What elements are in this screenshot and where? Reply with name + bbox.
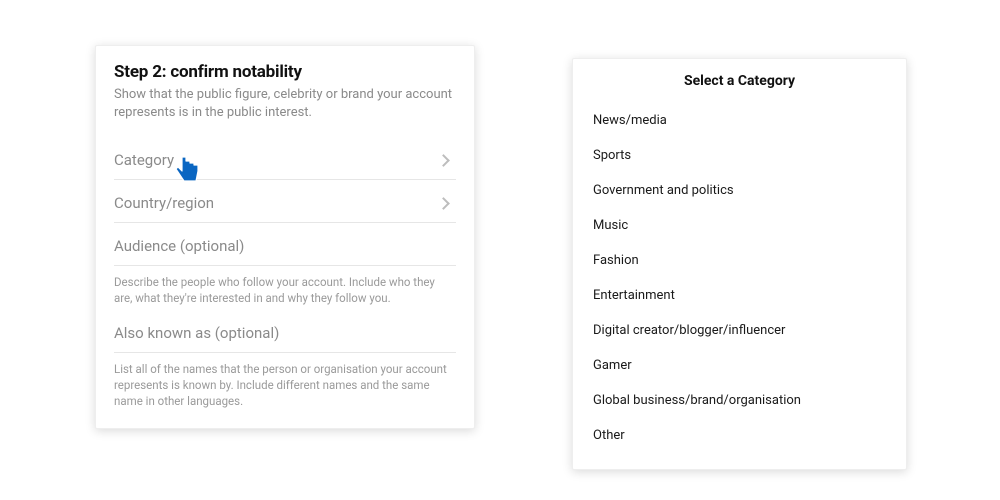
chevron-right-icon [437,197,450,210]
category-option-digital-creator[interactable]: Digital creator/blogger/influencer [593,313,886,348]
country-region-row[interactable]: Country/region [114,180,456,223]
category-option-other[interactable]: Other [593,418,886,453]
category-option-music[interactable]: Music [593,208,886,243]
category-option-government-politics[interactable]: Government and politics [593,173,886,208]
category-option-news-media[interactable]: News/media [593,103,886,138]
step-description: Show that the public figure, celebrity o… [114,86,456,121]
aka-row[interactable]: Also known as (optional) [114,310,456,353]
category-label: Category [114,151,174,169]
category-list-card: Select a Category News/media Sports Gove… [572,58,907,470]
category-list: News/media Sports Government and politic… [593,103,886,453]
audience-hint: Describe the people who follow your acco… [114,266,456,310]
stage: Step 2: confirm notability Show that the… [0,0,1000,500]
category-option-sports[interactable]: Sports [593,138,886,173]
audience-row[interactable]: Audience (optional) [114,223,456,266]
category-option-gamer[interactable]: Gamer [593,348,886,383]
chevron-right-icon [437,154,450,167]
country-region-label: Country/region [114,194,214,212]
category-list-title: Select a Category [593,73,886,89]
category-option-entertainment[interactable]: Entertainment [593,278,886,313]
step-title: Step 2: confirm notability [114,62,456,82]
notability-form-card: Step 2: confirm notability Show that the… [95,45,475,429]
category-option-global-business[interactable]: Global business/brand/organisation [593,383,886,418]
aka-hint: List all of the names that the person or… [114,353,456,413]
category-option-fashion[interactable]: Fashion [593,243,886,278]
audience-label: Audience (optional) [114,237,244,255]
aka-label: Also known as (optional) [114,324,279,342]
category-row[interactable]: Category [114,137,456,180]
